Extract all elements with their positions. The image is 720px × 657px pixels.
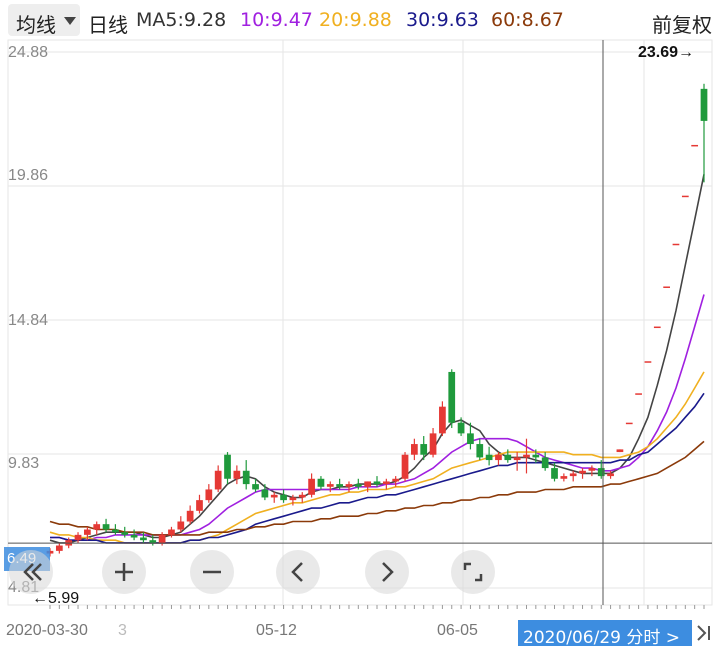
- candle-body: [205, 489, 213, 501]
- jump-to-latest-icon[interactable]: [694, 622, 712, 644]
- y-tick-label: 19.86: [8, 167, 49, 184]
- candle-body: [700, 88, 708, 121]
- candle-body: [317, 478, 325, 487]
- candle-body: [467, 433, 474, 445]
- candle-body: [308, 478, 315, 495]
- fullscreen-button[interactable]: [451, 550, 495, 594]
- candle-body: [420, 444, 428, 455]
- candle-body: [607, 473, 614, 477]
- candle-body: [270, 494, 278, 498]
- ma-line-30: [50, 392, 705, 544]
- candle-body: [326, 484, 334, 487]
- ma-line-20: [49, 371, 705, 544]
- candle-body: [523, 454, 530, 458]
- double-chevron-left-icon: [23, 563, 42, 581]
- step-right-button[interactable]: [365, 550, 409, 594]
- candle-body: [196, 500, 203, 511]
- candle-body: [354, 484, 362, 487]
- candle-body: [242, 470, 250, 485]
- candle-body: [214, 470, 222, 490]
- chart-frame: [7, 39, 713, 606]
- high-price-annotation: 23.69→: [638, 44, 695, 61]
- candle-body: [691, 144, 699, 147]
- ma-line-ma5: [49, 174, 705, 544]
- candle-body: [345, 484, 353, 487]
- candle-body: [55, 545, 63, 551]
- candle-body: [588, 468, 596, 471]
- cursor-date-button[interactable]: 2020/06/29 分时 >: [518, 620, 692, 648]
- candle-body: [513, 457, 521, 461]
- candle-body: [364, 481, 372, 487]
- fullscreen-icon: [463, 562, 483, 582]
- candle-body: [532, 454, 540, 458]
- candle-body: [102, 524, 110, 530]
- candle-body: [541, 457, 549, 469]
- plus-icon: [115, 563, 133, 581]
- zoom-in-button[interactable]: [102, 550, 146, 594]
- candle-body: [280, 494, 287, 501]
- candle-body: [224, 454, 231, 479]
- candle-body: [373, 481, 381, 485]
- candle-body: [168, 529, 175, 535]
- candle-body: [401, 454, 409, 479]
- candle-body: [298, 494, 306, 498]
- candle-body: [177, 521, 185, 530]
- candle-body: [439, 406, 446, 434]
- candle-body: [186, 510, 194, 522]
- candle-body: [616, 449, 624, 453]
- candle-body: [149, 540, 157, 543]
- candle-body: [84, 529, 91, 535]
- candle-body: [635, 393, 642, 395]
- chevron-left-icon: [291, 562, 303, 582]
- candle-body: [336, 484, 343, 487]
- candle-body: [476, 444, 484, 458]
- candle-body: [252, 484, 259, 490]
- candle-body: [233, 470, 241, 479]
- candle-body: [495, 454, 502, 461]
- candle-body: [429, 433, 437, 455]
- candle-body: [569, 473, 577, 477]
- candle-body: [121, 532, 129, 535]
- zoom-out-button[interactable]: [190, 550, 234, 594]
- candle-body: [158, 534, 166, 543]
- x-tick-label: 2020-03-30: [6, 622, 88, 639]
- ma-line-10: [50, 294, 705, 542]
- y-tick-label: 24.88: [8, 44, 49, 61]
- candle-body: [597, 468, 605, 477]
- candle-body: [93, 524, 101, 530]
- candle-body: [140, 537, 147, 541]
- x-tick-label-partial: 3: [118, 622, 127, 639]
- candle-body: [261, 489, 269, 498]
- candle-body: [411, 444, 418, 455]
- candle-body: [74, 534, 82, 541]
- candle-body: [485, 454, 493, 461]
- candle-body: [672, 243, 680, 246]
- ma-line-60: [49, 440, 705, 536]
- candle-body: [560, 476, 568, 479]
- x-tick-label: 06-05: [437, 622, 478, 639]
- candle-body: [579, 470, 586, 474]
- candle-body: [681, 195, 689, 198]
- candle-body: [504, 454, 512, 461]
- x-tick-label: 05-12: [256, 622, 297, 639]
- candle-body: [457, 422, 465, 434]
- candle-body: [551, 468, 558, 479]
- candle-body: [392, 478, 400, 482]
- page-back-button[interactable]: [9, 550, 53, 594]
- candle-body: [644, 361, 652, 363]
- candle-body: [448, 371, 456, 423]
- step-left-button[interactable]: [276, 550, 320, 594]
- y-tick-label: 14.84: [8, 312, 49, 329]
- candle-body: [289, 497, 297, 501]
- y-tick-label: 9.83: [8, 455, 40, 472]
- candle-body: [625, 422, 633, 425]
- minus-icon: [203, 570, 221, 574]
- candle-body: [382, 481, 390, 485]
- candle-body: [130, 534, 138, 538]
- candle-body: [653, 326, 661, 329]
- candle-body: [663, 286, 670, 288]
- candle-body: [112, 529, 119, 533]
- chevron-right-icon: [382, 562, 394, 582]
